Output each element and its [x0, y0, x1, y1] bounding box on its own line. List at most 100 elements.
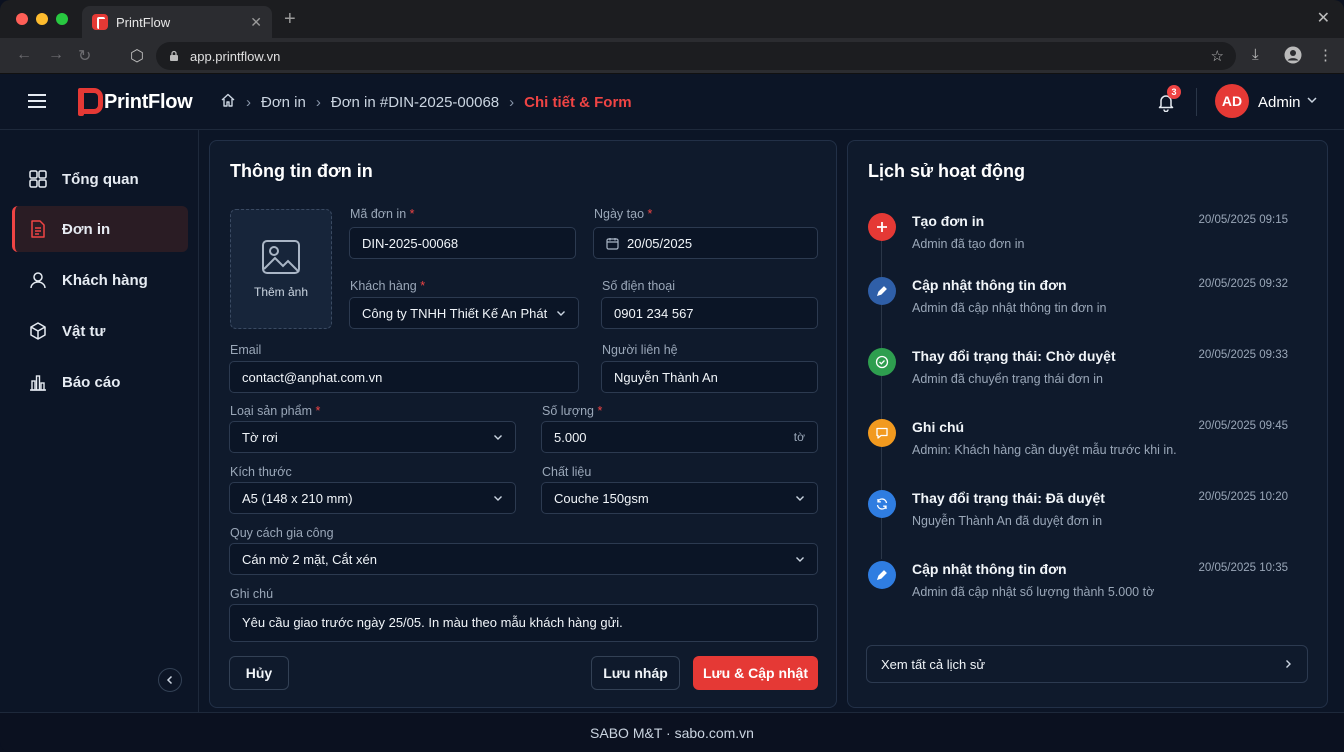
note-label: Ghi chú — [230, 587, 274, 601]
timeline-desc: Admin đã cập nhật thông tin đơn in — [912, 301, 1107, 315]
contact-label: Người liên hệ — [602, 343, 678, 357]
timeline-desc: Admin: Khách hàng cần duyệt mẫu trước kh… — [912, 443, 1177, 457]
timeline-title: Thay đổi trạng thái: Đã duyệt — [912, 490, 1105, 506]
timeline-title: Cập nhật thông tin đơn — [912, 277, 1067, 293]
header-divider — [1196, 88, 1197, 116]
email-field[interactable]: contact@anphat.com.vn — [229, 361, 579, 393]
material-label: Chất liệu — [542, 465, 592, 479]
quantity-field[interactable]: 5.000 tờ — [541, 421, 818, 453]
order-code-label: Mã đơn in * — [350, 207, 415, 221]
home-icon[interactable] — [220, 92, 236, 112]
sidebar-item-label: Vật tư — [62, 322, 106, 340]
timeline-item: Thay đổi trạng thái: Chờ duyệt 20/05/202… — [868, 348, 1288, 398]
app-logo[interactable]: PrintFlow — [78, 88, 193, 116]
product-type-select[interactable]: Tờ rơi — [229, 421, 516, 453]
breadcrumb-order-detail[interactable]: Đơn in #DIN-2025-00068 — [331, 94, 499, 111]
browser-tab[interactable]: PrintFlow ✕ — [82, 6, 272, 38]
minimize-window-button[interactable] — [36, 13, 48, 25]
timeline-time: 20/05/2025 10:35 — [1198, 562, 1288, 574]
sidebar-item-label: Tổng quan — [62, 170, 139, 188]
timeline-time: 20/05/2025 09:32 — [1198, 278, 1288, 290]
contact-field[interactable]: Nguyễn Thành An — [601, 361, 818, 393]
sidebar-item-overview[interactable]: Tổng quan — [12, 156, 188, 202]
view-all-history-button[interactable]: Xem tất cả lịch sử — [866, 645, 1308, 683]
new-tab-icon[interactable]: + — [284, 8, 296, 31]
notification-count-badge: 3 — [1167, 85, 1181, 99]
calendar-icon[interactable] — [606, 237, 619, 250]
chevron-down-icon — [796, 496, 804, 501]
document-icon — [28, 219, 48, 239]
finishing-select[interactable]: Cán mờ 2 mặt, Cắt xén — [229, 543, 818, 575]
email-label: Email — [230, 343, 262, 357]
chevron-right-icon: › — [509, 93, 515, 111]
printflow-logo-icon — [78, 88, 103, 116]
browser-window: PrintFlow ✕ + ✕ ← → ↻ ⬡ app.printflow.vn… — [0, 0, 1344, 752]
order-form-panel: Thông tin đơn in Thêm ảnh Mã đơn in * DI… — [209, 140, 837, 708]
tab-title: PrintFlow — [116, 14, 171, 30]
hamburger-menu-icon[interactable] — [28, 94, 46, 108]
finishing-label: Quy cách gia công — [230, 526, 334, 540]
plus-icon — [868, 213, 896, 241]
size-select[interactable]: A5 (148 x 210 mm) — [229, 482, 516, 514]
activity-history-panel: Lịch sử hoạt động Tạo đơn in 20/05/2025 … — [847, 140, 1328, 708]
add-photo-button[interactable]: Thêm ảnh — [230, 209, 332, 329]
extension-icon[interactable]: ⬡ — [130, 46, 144, 66]
order-code-field[interactable]: DIN-2025-00068 — [349, 227, 576, 259]
bookmark-star-icon[interactable]: ☆ — [1211, 47, 1224, 65]
window-controls — [16, 13, 68, 25]
timeline-time: 20/05/2025 09:15 — [1198, 214, 1288, 226]
sidebar-item-materials[interactable]: Vật tư — [12, 308, 188, 354]
breadcrumb-orders[interactable]: Đơn in — [261, 94, 306, 111]
history-title: Lịch sử hoạt động — [868, 161, 1026, 181]
back-icon[interactable]: ← — [16, 46, 32, 64]
sidebar-item-label: Báo cáo — [62, 373, 121, 391]
maximize-window-button[interactable] — [56, 13, 68, 25]
chevron-down-icon — [796, 557, 804, 562]
material-select[interactable]: Couche 150gsm — [541, 482, 818, 514]
sidebar-item-reports[interactable]: Báo cáo — [12, 359, 188, 405]
created-date-field[interactable]: 20/05/2025 — [593, 227, 818, 259]
quantity-label: Số lượng * — [542, 404, 603, 418]
avatar[interactable]: AD — [1215, 84, 1249, 118]
customer-select[interactable]: Công ty TNHH Thiết Kế An Phát — [349, 297, 579, 329]
refresh-icon — [868, 490, 896, 518]
timeline-desc: Admin đã tạo đơn in — [912, 237, 1025, 251]
chevron-down-icon[interactable] — [1306, 94, 1318, 109]
browser-tab-bar: PrintFlow ✕ + ✕ — [0, 0, 1344, 38]
address-bar[interactable]: app.printflow.vn ☆ — [156, 42, 1236, 70]
cancel-button[interactable]: Hủy — [229, 656, 289, 690]
timeline-title: Tạo đơn in — [912, 213, 985, 229]
close-icon[interactable]: ✕ — [1317, 8, 1330, 28]
profile-icon[interactable] — [1284, 46, 1302, 68]
chevron-down-icon — [557, 311, 565, 316]
note-textarea[interactable]: Yêu cầu giao trước ngày 25/05. In màu th… — [229, 604, 818, 642]
site-info-icon[interactable] — [168, 50, 180, 62]
timeline-time: 20/05/2025 09:33 — [1198, 349, 1288, 361]
download-icon[interactable]: ⤓ — [1252, 46, 1259, 63]
printflow-favicon-icon — [92, 14, 108, 30]
sidebar-item-customers[interactable]: Khách hàng — [12, 257, 188, 303]
timeline-time: 20/05/2025 09:45 — [1198, 420, 1288, 432]
browser-menu-icon[interactable]: ⋮ — [1318, 46, 1333, 64]
reload-icon[interactable]: ↻ — [78, 46, 91, 66]
timeline-title: Thay đổi trạng thái: Chờ duyệt — [912, 348, 1116, 364]
product-type-label: Loại sản phẩm * — [230, 404, 321, 418]
box-icon — [28, 321, 48, 341]
phone-field[interactable]: 0901 234 567 — [601, 297, 818, 329]
sidebar-item-label: Đơn in — [62, 220, 111, 238]
forward-icon[interactable]: → — [48, 46, 64, 64]
customer-label: Khách hàng * — [350, 279, 426, 293]
close-tab-icon[interactable]: ✕ — [250, 14, 262, 31]
chevron-down-icon — [494, 435, 502, 440]
timeline-item: Ghi chú 20/05/2025 09:45 Admin: Khách hà… — [868, 419, 1288, 469]
collapse-sidebar-button[interactable] — [158, 668, 182, 692]
sidebar-item-orders[interactable]: Đơn in — [12, 206, 188, 252]
save-draft-button[interactable]: Lưu nháp — [591, 656, 680, 690]
close-window-button[interactable] — [16, 13, 28, 25]
save-update-button[interactable]: Lưu & Cập nhật — [693, 656, 818, 690]
user-name[interactable]: Admin — [1258, 94, 1301, 111]
app-root: PrintFlow › Đơn in › Đơn in #DIN-2025-00… — [0, 74, 1344, 712]
chevron-right-icon: › — [315, 93, 321, 111]
footer: SABO M&T · sabo.com.vn — [0, 712, 1344, 752]
timeline-desc: Nguyễn Thành An đã duyệt đơn in — [912, 514, 1103, 528]
